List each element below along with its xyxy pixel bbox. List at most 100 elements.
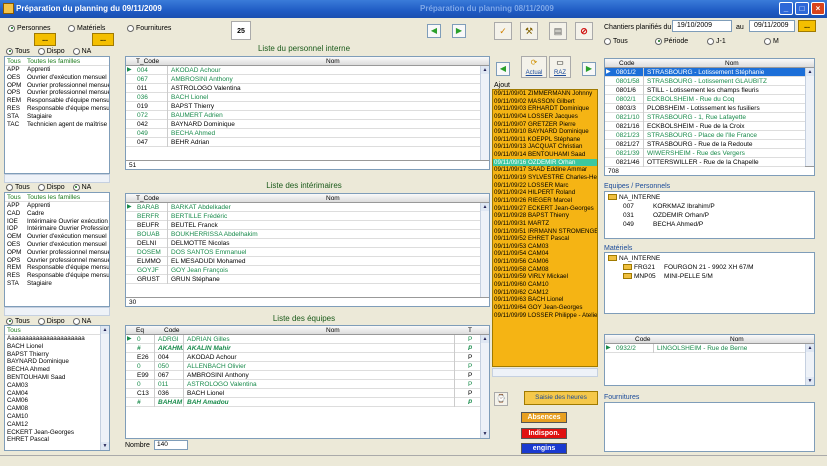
scroll-down-icon[interactable]: ▼	[481, 430, 489, 438]
col-code[interactable]: Code	[164, 327, 180, 334]
list-item[interactable]: BENTOUHAMI Saad	[5, 374, 109, 382]
middle-next-button[interactable]: ▶	[582, 62, 596, 76]
col-code[interactable]: T_Code	[136, 195, 159, 202]
col-nom[interactable]: Nom	[326, 327, 340, 334]
table-row[interactable]: # BAHAM BAH Amadou P	[126, 398, 480, 407]
planning-item[interactable]: 09/11/09/01 ZIMMERMANN Johnny	[493, 90, 597, 98]
engins-button[interactable]: engins	[521, 443, 567, 454]
close-button[interactable]: ×	[811, 2, 825, 15]
list-item[interactable]: CAM04	[5, 390, 109, 398]
scroll-up-icon[interactable]: ▲	[101, 326, 109, 334]
list-item[interactable]: REM Responsable d'équipe mensuel	[5, 264, 109, 272]
table-row[interactable]: 0803/3 PLOBSHEIM - Lotissement les fusili…	[605, 104, 805, 113]
list-item[interactable]: OEM Ouvrier d'exécution mensuel	[5, 233, 109, 241]
radio-m[interactable]: M	[764, 37, 779, 46]
list-item[interactable]: CAM06	[5, 397, 109, 405]
col-code[interactable]: Code	[619, 60, 635, 67]
table-row[interactable]: 067 AMBROSINI Anthony	[126, 75, 480, 84]
actual-button[interactable]: ⟳ Actual	[521, 56, 547, 78]
table-row[interactable]: GOYJF GOY Jean François	[126, 266, 480, 275]
planning-item[interactable]: 09/11/09/26 RIEGER Marcel	[493, 197, 597, 205]
table-row[interactable]: 0821/27 STRASBOURG - Rue de la Redoute	[605, 140, 805, 149]
planning-item[interactable]: 09/11/09/59 VIRLY Mickael	[493, 273, 597, 281]
list-item[interactable]: RES Responsable d'équipe mensuel	[5, 272, 109, 280]
scroll-up-icon[interactable]: ▲	[481, 335, 489, 343]
planning-item[interactable]: 09/11/09/16 OZDEMIR Orhan	[493, 158, 597, 167]
next-day-button[interactable]: ▶	[452, 24, 466, 38]
table-row[interactable]: 0801/6 STILL - Lotissement les champs fle…	[605, 86, 805, 95]
radio-j-1[interactable]: J-1	[707, 37, 726, 46]
table-row[interactable]: ▶ 004 AKODAD Achour	[126, 66, 480, 75]
interimaires-grid[interactable]: T_Code Nom ▲▼ 30 ▶BARABBARKAT Abdelkader…	[125, 193, 490, 307]
list-item[interactable]: OPS Ouvrier professionnel mensuel	[5, 89, 109, 97]
radio-tous[interactable]: Tous	[6, 183, 30, 191]
famille-list-personnel[interactable]: Tous Toutes les familles APP Apprenti OES Ou…	[4, 56, 110, 174]
saisie-heures-button[interactable]: Saisie des heures	[524, 391, 598, 405]
table-row[interactable]: 042 BAYNARD Dominique	[126, 120, 480, 129]
radio-periode[interactable]: Période	[655, 37, 688, 46]
date-from-input[interactable]: 19/10/2009	[672, 20, 732, 32]
col-nom[interactable]: Nom	[326, 58, 340, 65]
calendar-icon[interactable]: 25	[231, 21, 251, 40]
planning-item[interactable]: 09/11/09/31 MARTZ	[493, 220, 597, 228]
list-item[interactable]: BAYNARD Dominique	[5, 358, 109, 366]
famille-list-interimaires[interactable]: Tous Toutes les familles APP Apprenti CAD Ca…	[4, 192, 110, 307]
list-item[interactable]: BACH Lionel	[5, 343, 109, 351]
table-row[interactable]: BERFR BERTILLE Frédéric	[126, 212, 480, 221]
radio-na[interactable]: NA	[72, 317, 91, 325]
planning-item[interactable]: 09/11/09/22 LOSSER Marc	[493, 182, 597, 190]
radio-na[interactable]: NA	[72, 183, 91, 191]
fournitures-list[interactable]	[604, 402, 815, 452]
vertical-scrollbar[interactable]: ▲▼	[480, 203, 489, 306]
table-row[interactable]: ▶ BARAB BARKAT Abdelkader	[126, 203, 480, 212]
minimize-button[interactable]: _	[779, 2, 793, 15]
table-row[interactable]: 0821/39 WIWERSHEIM - Rue des Vergers	[605, 149, 805, 158]
radio-materiels[interactable]: Matériels	[68, 24, 105, 33]
list-item[interactable]: OES Ouvrier d'exécution mensuel	[5, 74, 109, 82]
table-row[interactable]: 0 050 ALLENBACH Olivier P	[126, 362, 480, 371]
table-row[interactable]: GRUST GRUN Stéphane	[126, 275, 480, 284]
planning-item[interactable]: 09/11/09/64 GOY Jean-Georges	[493, 304, 597, 312]
materiels-select-button[interactable]: ...	[92, 33, 114, 46]
horizontal-scrollbar[interactable]	[4, 174, 110, 183]
print-icon[interactable]: ▤	[549, 22, 567, 40]
radio-dispo[interactable]: Dispo	[37, 183, 65, 191]
indispon-button[interactable]: Indispon.	[521, 428, 567, 439]
planning-item[interactable]: 09/11/09/99 LOSSER Philippe - Atelier	[493, 312, 597, 320]
table-row[interactable]: 036 BACH Lionel	[126, 93, 480, 102]
radio-dispo[interactable]: Dispo	[37, 47, 65, 55]
tree-item[interactable]: FRG21 FOURGON 21 - 9902 XH 67/M	[623, 264, 754, 272]
table-row[interactable]: 0821/10 STRASBOURG - 1, Rue Lafayette	[605, 113, 805, 122]
vertical-scrollbar[interactable]: ▲▼	[805, 344, 814, 385]
table-row[interactable]: C13 036 BACH Lionel P	[126, 389, 480, 398]
planning-item[interactable]: 09/11/09/51 IRRMANN STROMENGER	[493, 228, 597, 236]
planning-item[interactable]: 09/11/09/58 CAM08	[493, 266, 597, 274]
toolbox-icon[interactable]: ⚒	[520, 22, 538, 40]
planning-item[interactable]: 09/11/09/24 HILPERT Roland	[493, 189, 597, 197]
personnel-grid[interactable]: T_Code Nom ▲▼ 51 ▶004AKODAD Achour067AMB…	[125, 56, 490, 170]
col-nom[interactable]: Nom	[725, 60, 739, 67]
table-row[interactable]: E99 067 AMBROSINI Anthony P	[126, 371, 480, 380]
equipes-tree[interactable]: NA_INTERNE 007 KORKMAZ Ibrahim/P 031 OZDEMI…	[604, 191, 815, 239]
planning-item[interactable]: 09/11/09/11 KOEPPL Stéphane	[493, 136, 597, 144]
col-code[interactable]: T_Code	[136, 58, 159, 65]
planning-item[interactable]: 09/11/09/07 GRETZER Pierre	[493, 121, 597, 129]
list-item[interactable]: OPS Ouvrier professionnel mensuel	[5, 257, 109, 265]
planning-item[interactable]: 09/11/09/63 BACH Lionel	[493, 296, 597, 304]
tree-item[interactable]: 007 KORKMAZ Ibrahim/P	[623, 203, 715, 211]
table-row[interactable]: ▶ 0 ADRGI ADRIAN Gilles P	[126, 335, 480, 344]
planning-item[interactable]: 09/11/09/04 LOSSER Jacques	[493, 113, 597, 121]
list-item[interactable]: CAD Cadre	[5, 210, 109, 218]
table-row[interactable]: 0801/58 STRASBOURG - Lotissement GLAUBITZ	[605, 77, 805, 86]
planning-item[interactable]: 09/11/09/60 CAM10	[493, 281, 597, 289]
table-row[interactable]: 0 011 ASTROLOGO Valentina P	[126, 380, 480, 389]
validate-check-icon[interactable]: ✓	[494, 22, 512, 40]
chantiers-grid[interactable]: Code Nom ▲▼ 708 ▶0801/2STRASBOURG - Loti…	[604, 58, 815, 176]
scroll-up-icon[interactable]: ▲	[806, 68, 814, 76]
tree-group[interactable]: NA_INTERNE	[608, 194, 660, 202]
planning-item[interactable]: 09/11/09/62 CAM12	[493, 289, 597, 297]
list-item[interactable]: Aaaaaaaaaaaaaaaaaaaaaa	[5, 335, 109, 343]
middle-prev-button[interactable]: ◀	[496, 62, 510, 76]
table-row[interactable]: BOUAB BOUKHERRISSA Abdelhakim	[126, 230, 480, 239]
table-row[interactable]: 049 BECHA Ahmed	[126, 129, 480, 138]
